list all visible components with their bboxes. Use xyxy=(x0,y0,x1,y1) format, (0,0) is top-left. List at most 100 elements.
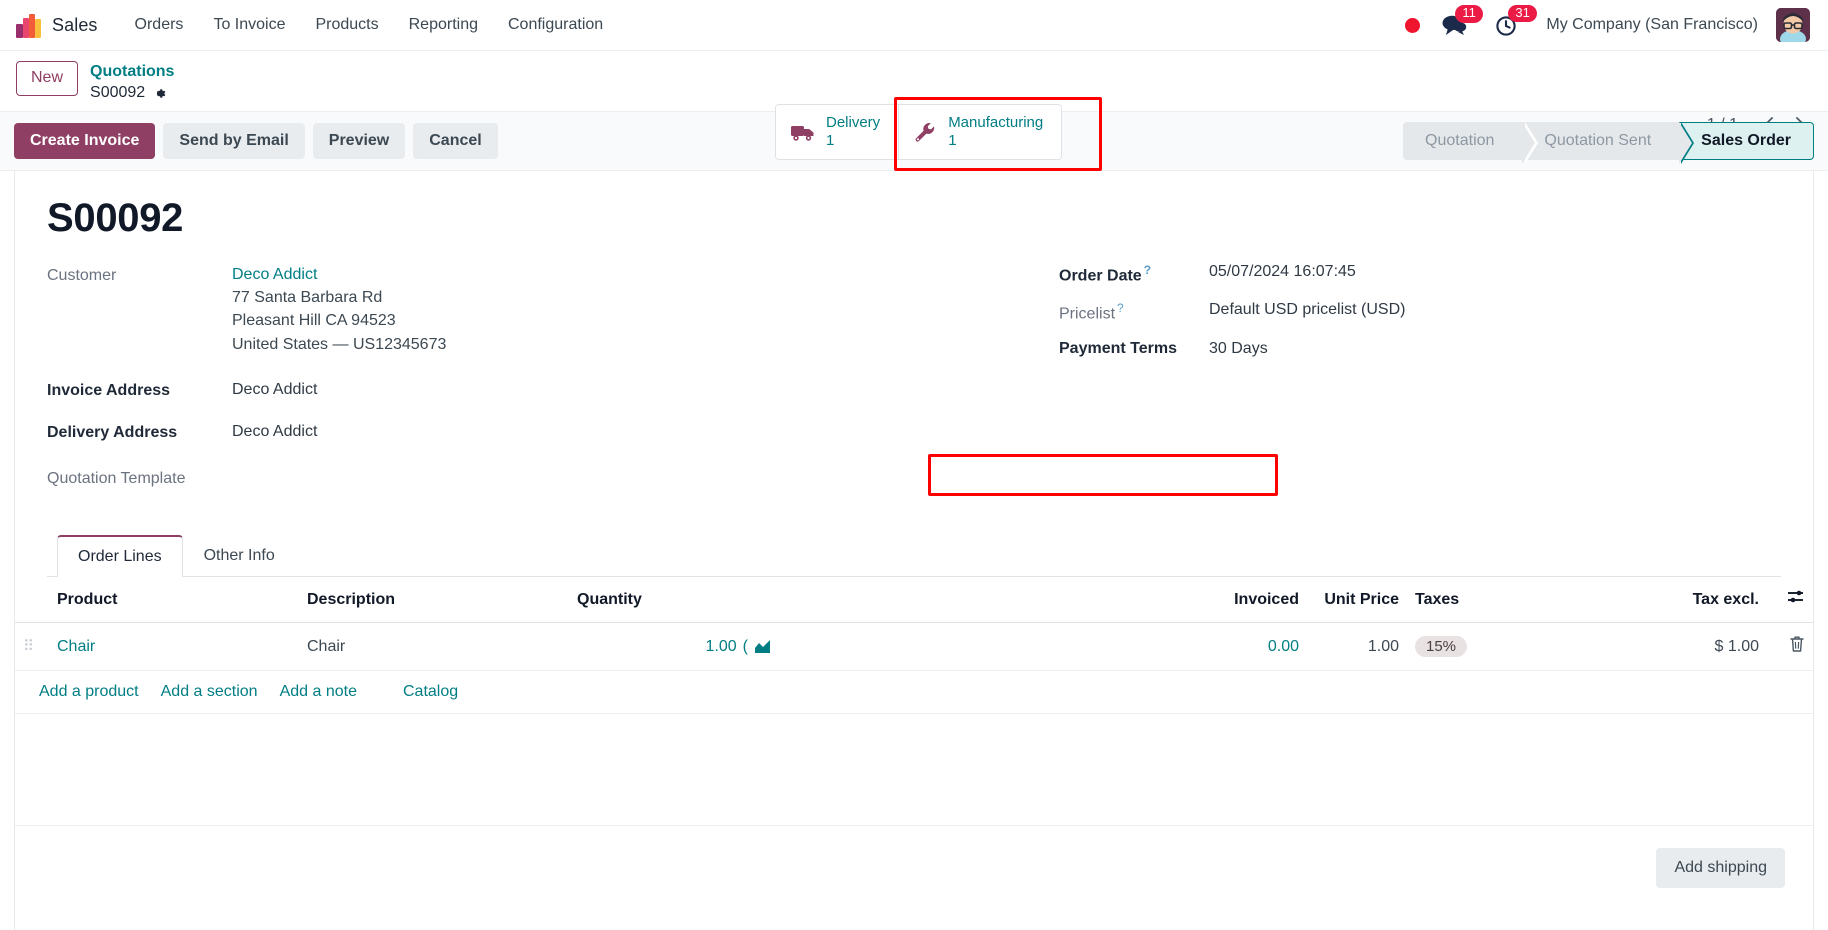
menu-reporting[interactable]: Reporting xyxy=(394,10,493,40)
new-button[interactable]: New xyxy=(16,61,79,96)
header-invoiced[interactable]: Invoiced xyxy=(1217,577,1307,624)
add-line-row: Add a product Add a section Add a note C… xyxy=(15,670,1813,715)
field-customer-value: Deco Addict 77 Santa Barbara Rd Pleasant… xyxy=(232,263,446,356)
optional-columns-icon[interactable] xyxy=(1787,591,1805,609)
field-delivery-address-value[interactable]: Deco Addict xyxy=(232,420,317,443)
breadcrumb-current: S00092 xyxy=(90,83,174,103)
field-invoice-address-label: Invoice Address xyxy=(47,381,171,399)
form-view: S00092 Customer Deco Addict 77 Santa Bar… xyxy=(0,171,1828,930)
preview-button[interactable]: Preview xyxy=(312,123,406,159)
customer-link[interactable]: Deco Addict xyxy=(232,266,317,283)
gear-icon[interactable] xyxy=(152,86,167,101)
header-description[interactable]: Description xyxy=(299,577,569,624)
add-a-product-link[interactable]: Add a product xyxy=(39,683,139,701)
main-menu: Orders To Invoice Products Reporting Con… xyxy=(120,10,619,40)
header-product[interactable]: Product xyxy=(49,577,299,624)
smart-button-delivery[interactable]: Delivery 1 xyxy=(776,105,899,159)
header-taxes[interactable]: Taxes xyxy=(1407,577,1647,624)
notebook: Order Lines Other Info xyxy=(47,534,1781,578)
cell-quantity[interactable]: 1.00 ( xyxy=(569,622,779,672)
customer-address-line-1: 77 Santa Barbara Rd xyxy=(232,289,383,307)
product-link[interactable]: Chair xyxy=(57,638,95,655)
cell-unit-price[interactable]: 1.00 xyxy=(1307,622,1407,672)
table-row[interactable]: ⠿ Chair Chair 1.00 (0.00 1.00 15% $ 1.0… xyxy=(15,622,1813,672)
truck-icon xyxy=(791,126,814,141)
menu-products[interactable]: Products xyxy=(300,10,393,40)
status-pipeline: Quotation Quotation Sent Sales Order xyxy=(1403,122,1814,164)
smart-button-delivery-value: 1 xyxy=(826,132,835,149)
menu-orders[interactable]: Orders xyxy=(120,10,199,40)
add-shipping-button[interactable]: Add shipping xyxy=(1656,848,1785,889)
cell-description[interactable]: Chair xyxy=(299,622,569,672)
field-order-date-label: Order Date? xyxy=(1059,263,1152,285)
customer-address-line-2: Pleasant Hill CA 94523 xyxy=(232,312,396,330)
field-invoice-address-value[interactable]: Deco Addict xyxy=(232,378,317,401)
cancel-button[interactable]: Cancel xyxy=(413,123,498,159)
field-delivery-address-label: Delivery Address xyxy=(47,423,178,441)
page-title: S00092 xyxy=(47,196,184,240)
form-sheet: S00092 Customer Deco Addict 77 Santa Bar… xyxy=(14,171,1814,930)
cell-product[interactable]: Chair xyxy=(49,622,299,672)
messages-badge: 11 xyxy=(1455,5,1483,23)
record-dot-icon[interactable] xyxy=(1405,17,1421,33)
user-avatar-icon[interactable] xyxy=(1776,8,1810,42)
activities-badge: 31 xyxy=(1508,4,1537,23)
shipping-zone: Add shipping xyxy=(15,826,1813,889)
status-step-quotation-sent[interactable]: Quotation Sent xyxy=(1522,122,1694,164)
cell-taxes[interactable]: 15% xyxy=(1407,622,1647,672)
form-group-right: Order Date? 05/07/2024 16:07:45 Pricelis… xyxy=(914,263,1781,502)
row-drag-handle[interactable]: ⠿ xyxy=(15,622,49,672)
field-order-date-value[interactable]: 05/07/2024 16:07:45 xyxy=(1209,263,1356,281)
header-spacer xyxy=(779,577,1217,624)
systray: 11 31 My Company (San Francisco) xyxy=(1405,4,1814,42)
activities-button[interactable]: 31 xyxy=(1495,4,1537,37)
status-step-quotation[interactable]: Quotation xyxy=(1403,122,1539,164)
field-payment-terms-value[interactable]: 30 Days xyxy=(1209,340,1268,358)
add-line-cell: Add a product Add a section Add a note C… xyxy=(15,670,1813,715)
messages-button[interactable]: 11 xyxy=(1442,5,1483,36)
menu-configuration[interactable]: Configuration xyxy=(493,10,618,40)
cell-delete[interactable] xyxy=(1767,622,1813,672)
tab-order-lines[interactable]: Order Lines xyxy=(57,535,183,578)
send-by-email-button[interactable]: Send by Email xyxy=(163,123,305,159)
header-unit-price[interactable]: Unit Price xyxy=(1307,577,1407,624)
field-quotation-template: Quotation Template xyxy=(47,466,914,490)
smart-button-group: Delivery 1 Manufacturing 1 xyxy=(775,104,1063,160)
cell-spacer xyxy=(779,622,1217,672)
smart-button-manufacturing[interactable]: Manufacturing 1 xyxy=(898,105,1062,159)
trash-icon[interactable] xyxy=(1789,636,1805,657)
help-icon-order-date[interactable]: ? xyxy=(1144,263,1151,277)
customer-address-line-3: United States — US12345673 xyxy=(232,335,447,353)
order-lines-table: Product Description Quantity Invoiced Un… xyxy=(15,577,1813,715)
add-a-section-link[interactable]: Add a section xyxy=(161,683,258,701)
company-switcher[interactable]: My Company (San Francisco) xyxy=(1546,16,1758,34)
help-icon-pricelist[interactable]: ? xyxy=(1117,301,1124,315)
odoo-logo-icon xyxy=(16,12,42,38)
breadcrumb-quotations[interactable]: Quotations xyxy=(90,62,174,82)
header-quantity[interactable]: Quantity xyxy=(569,577,779,624)
form-group-left: Customer Deco Addict 77 Santa Barbara Rd… xyxy=(47,263,914,502)
quantity-value: 1.00 xyxy=(705,637,737,655)
field-pricelist-label: Pricelist? xyxy=(1059,301,1124,323)
wrench-icon xyxy=(915,123,935,142)
breadcrumb-current-label: S00092 xyxy=(90,84,146,101)
catalog-link[interactable]: Catalog xyxy=(403,683,458,701)
status-step-sales-order[interactable]: Sales Order xyxy=(1679,122,1814,160)
menu-to-invoice[interactable]: To Invoice xyxy=(198,10,300,40)
tab-other-info[interactable]: Other Info xyxy=(183,535,296,577)
create-invoice-button[interactable]: Create Invoice xyxy=(14,123,156,159)
tax-badge: 15% xyxy=(1415,636,1468,658)
header-handle xyxy=(15,577,49,624)
field-payment-terms-label: Payment Terms xyxy=(1059,339,1177,357)
add-a-note-link[interactable]: Add a note xyxy=(280,683,357,701)
field-invoice-address: Invoice Address Deco Addict xyxy=(47,378,914,402)
header-tax-excl[interactable]: Tax excl. xyxy=(1647,577,1767,624)
forecast-report-icon[interactable] xyxy=(754,639,771,654)
smart-button-manufacturing-label: Manufacturing xyxy=(948,114,1044,131)
app-name[interactable]: Sales xyxy=(52,15,98,36)
field-pricelist: Pricelist? Default USD pricelist (USD) xyxy=(1059,301,1781,323)
smart-button-delivery-label: Delivery xyxy=(826,114,881,131)
field-payment-terms: Payment Terms 30 Days xyxy=(1059,340,1781,358)
field-pricelist-value[interactable]: Default USD pricelist (USD) xyxy=(1209,301,1405,319)
drag-handle-icon[interactable]: ⠿ xyxy=(23,638,35,655)
